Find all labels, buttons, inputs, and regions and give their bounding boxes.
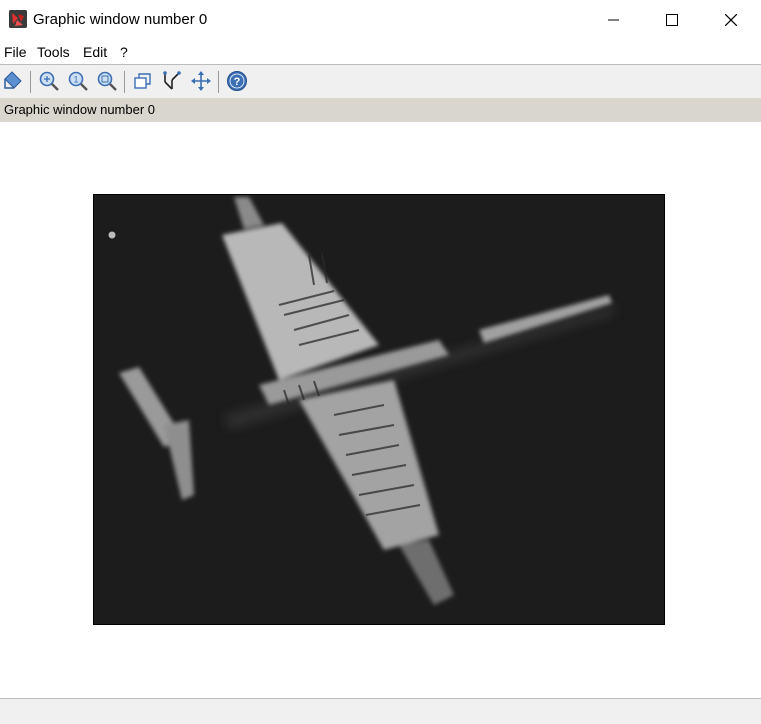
window-title: Graphic window number 0 (33, 11, 208, 28)
menu-file[interactable]: File (4, 44, 27, 60)
info-bar-text: Graphic window number 0 (4, 102, 156, 117)
toolbar: 1 ? (0, 65, 761, 98)
datatip-icon (4, 71, 22, 89)
zoom-in-button[interactable] (37, 69, 61, 93)
toolbar-separator (124, 71, 125, 93)
svg-text:1: 1 (73, 75, 78, 85)
close-icon (725, 14, 737, 26)
zoom-original-button[interactable]: 1 (66, 69, 90, 93)
menu-edit[interactable]: Edit (83, 44, 107, 60)
maximize-button[interactable] (643, 0, 701, 40)
menu-help[interactable]: ? (120, 44, 128, 60)
pan-icon (191, 71, 211, 91)
pan-button[interactable] (189, 69, 213, 93)
close-button[interactable] (702, 0, 760, 40)
minimize-button[interactable] (585, 0, 643, 40)
datatip-button[interactable] (1, 69, 25, 93)
menu-tools[interactable]: Tools (37, 44, 70, 60)
help-icon: ? (227, 71, 247, 91)
minimize-icon (608, 19, 619, 21)
image-display[interactable] (93, 194, 665, 625)
airplane-image (94, 195, 664, 624)
graphic-canvas[interactable] (0, 122, 761, 698)
title-bar: Graphic window number 0 (0, 0, 761, 40)
data-bounds-icon (163, 71, 181, 90)
svg-text:?: ? (234, 76, 241, 88)
help-button[interactable]: ? (225, 69, 249, 93)
maximize-icon (666, 14, 678, 26)
rotate-icon (134, 73, 151, 89)
zoom-original-icon: 1 (68, 71, 88, 91)
scilab-app-icon (9, 10, 27, 28)
zoom-in-icon (39, 71, 59, 91)
rotate-button[interactable] (131, 69, 155, 93)
info-bar: Graphic window number 0 (0, 98, 761, 122)
data-bounds-button[interactable] (160, 69, 184, 93)
toolbar-separator (218, 71, 219, 93)
toolbar-separator (30, 71, 31, 93)
menu-bar: File Tools Edit ? (0, 40, 761, 64)
zoom-area-button[interactable] (95, 69, 119, 93)
zoom-area-icon (97, 71, 117, 91)
status-bar (0, 698, 761, 724)
